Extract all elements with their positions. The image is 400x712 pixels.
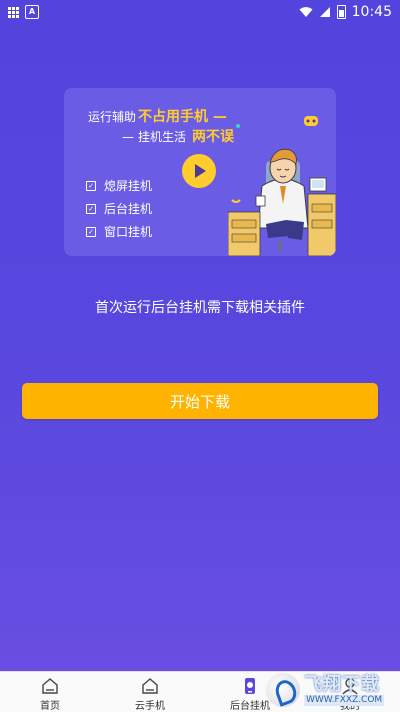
- nav-label-home: 首页: [40, 701, 60, 712]
- banner-slogan-line2: — 挂机生活 两不误: [122, 126, 234, 146]
- app-grid-icon: [8, 6, 19, 18]
- start-download-button[interactable]: 开始下载: [22, 383, 378, 419]
- battery-icon: [336, 5, 346, 19]
- feature-item: ✓ 后台挂机: [86, 197, 152, 220]
- nav-item-cloud-phone[interactable]: 云手机: [100, 672, 200, 712]
- status-time: 10:45: [351, 4, 392, 20]
- notification-a-icon: A: [25, 5, 39, 19]
- plugin-hint-text: 首次运行后台挂机需下载相关插件: [95, 300, 305, 316]
- office-worker-illustration: [228, 116, 336, 256]
- promo-banner: 运行辅助 不占用手机 — — 挂机生活 两不误 ✓ 熄屏挂机 ✓ 后台挂机 ✓ 窗口挂…: [64, 88, 336, 256]
- watermark-url: WWW.FXXZ.COM: [304, 694, 385, 706]
- checkbox-icon: ✓: [86, 180, 96, 191]
- nav-label-background-hangup: 后台挂机: [230, 701, 270, 712]
- status-right: 10:45: [299, 4, 392, 20]
- feature-label: 后台挂机: [104, 202, 153, 216]
- nav-label-cloud-phone: 云手机: [135, 701, 165, 712]
- feature-label: 熄屏挂机: [104, 179, 153, 193]
- cloud-phone-icon: [142, 678, 158, 694]
- wifi-icon: [299, 7, 313, 17]
- banner-line2-dash: —: [122, 130, 134, 144]
- site-watermark: 飞翔下载 WWW.FXXZ.COM: [266, 671, 396, 709]
- home-icon: [42, 678, 58, 694]
- banner-line2-prefix: 挂机生活: [138, 130, 187, 144]
- checkbox-icon: ✓: [86, 226, 96, 237]
- banner-line1-prefix: 运行辅助: [88, 110, 137, 124]
- checkbox-icon: ✓: [86, 203, 96, 214]
- feature-item: ✓ 熄屏挂机: [86, 174, 152, 197]
- feature-item: ✓ 窗口挂机: [86, 220, 152, 243]
- nav-item-home[interactable]: 首页: [0, 672, 100, 712]
- background-hangup-icon: [245, 678, 255, 694]
- status-left: A: [8, 5, 39, 19]
- watermark-title: 飞翔下载: [304, 673, 380, 695]
- status-bar: A 10:45: [0, 0, 400, 24]
- watermark-logo-icon: [266, 673, 300, 707]
- banner-line1-highlight: 不占用手机 —: [138, 109, 227, 125]
- banner-slogan-line1: 运行辅助 不占用手机 —: [88, 106, 227, 126]
- feature-label: 窗口挂机: [104, 225, 153, 239]
- feature-list: ✓ 熄屏挂机 ✓ 后台挂机 ✓ 窗口挂机: [86, 174, 152, 243]
- play-video-button[interactable]: [182, 154, 216, 188]
- watermark-text: 飞翔下载 WWW.FXXZ.COM: [304, 673, 385, 706]
- signal-icon: [319, 7, 330, 17]
